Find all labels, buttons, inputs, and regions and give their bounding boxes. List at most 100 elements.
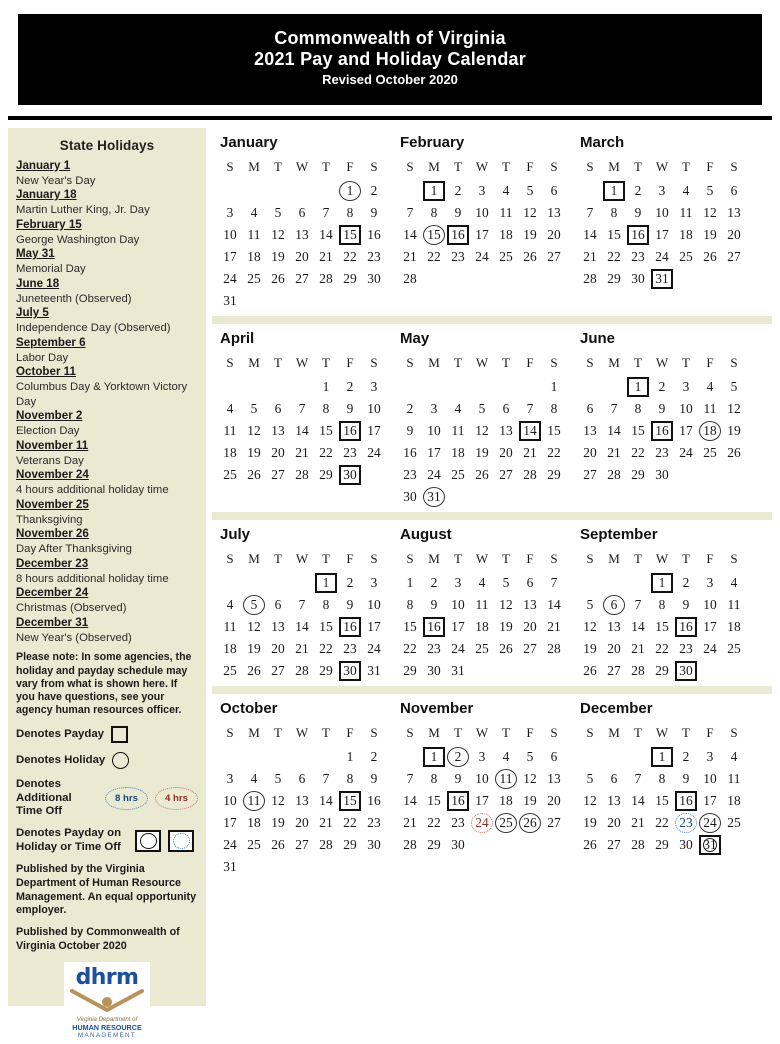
day-cell-holiday: 26 bbox=[519, 812, 541, 833]
day-cell-container: 20 bbox=[266, 638, 290, 660]
day-cell: 2 bbox=[346, 378, 354, 394]
day-cell-container: 3 bbox=[362, 376, 386, 398]
month-band-1: January S M T W T F S 1 2 3 4 5 6 7 8 9 10 11 12 13 14 15 16 17 1… bbox=[212, 128, 772, 312]
day-cell-container: 17 bbox=[362, 616, 386, 638]
weekday-header: M bbox=[428, 724, 440, 740]
day-cell-container: 31 bbox=[446, 660, 470, 682]
day-cell-payday: 16 bbox=[423, 616, 445, 637]
weekday-header: W bbox=[655, 550, 669, 566]
day-cell: 9 bbox=[634, 204, 642, 220]
empty-day-cell bbox=[290, 290, 314, 312]
month-grid: S M T W T F S 1 2 3 4 5 6 7 8 9 10 11 12 13 14 15 16 17 18 19 20 21… bbox=[578, 159, 746, 290]
day-cell: 13 bbox=[295, 792, 309, 808]
weekday-header: T bbox=[634, 158, 642, 174]
day-cell: 28 bbox=[403, 270, 417, 286]
empty-day-cell bbox=[578, 746, 602, 768]
empty-day-cell bbox=[626, 572, 650, 594]
empty-day-cell bbox=[698, 268, 722, 290]
day-cell: 3 bbox=[478, 182, 486, 198]
legend-row-payday-on-holiday: Denotes Payday on Holiday or Time Off bbox=[16, 827, 198, 854]
day-cell-container: 19 bbox=[494, 616, 518, 638]
day-cell: 10 bbox=[475, 204, 489, 220]
day-cell-payday-holiday: 31 bbox=[699, 834, 721, 855]
day-cell-container: 19 bbox=[698, 224, 722, 246]
day-cell-container: 21 bbox=[602, 442, 626, 464]
day-cell: 22 bbox=[655, 814, 669, 830]
day-cell: 23 bbox=[451, 814, 465, 830]
published-by-commonwealth: Published by Commonwealth of Virginia Oc… bbox=[16, 926, 180, 952]
day-cell: 14 bbox=[403, 792, 417, 808]
day-cell: 10 bbox=[223, 792, 237, 808]
day-cell: 20 bbox=[295, 814, 309, 830]
day-cell: 17 bbox=[475, 226, 489, 242]
holiday-circle-icon bbox=[112, 752, 130, 770]
week-row: 21 22 23 24 25 26 27 bbox=[398, 812, 566, 834]
day-cell: 8 bbox=[322, 400, 330, 416]
day-cell: 20 bbox=[607, 814, 621, 830]
empty-day-cell bbox=[470, 834, 494, 856]
weekday-header: T bbox=[274, 158, 282, 174]
holiday-date: January 18 bbox=[16, 188, 77, 202]
day-cell: 6 bbox=[730, 182, 738, 198]
day-cell-payday: 31 bbox=[651, 268, 673, 289]
week-row: 19 20 21 22 23 24 25 bbox=[578, 638, 746, 660]
day-cell-container: 16 bbox=[674, 790, 698, 812]
day-cell-container: 11 bbox=[446, 420, 470, 442]
day-cell-container: 5 bbox=[518, 180, 542, 202]
day-cell-container: 31 bbox=[218, 856, 242, 878]
day-cell: 21 bbox=[583, 248, 597, 264]
month-september: September S M T W T F S 1 2 3 4 5 6 7 8 9 10 11 12 13 14 15 16 1… bbox=[572, 520, 757, 682]
day-cell-container: 25 bbox=[218, 660, 242, 682]
empty-day-cell bbox=[722, 660, 746, 682]
day-cell: 3 bbox=[478, 748, 486, 764]
day-cell-container: 20 bbox=[266, 442, 290, 464]
holiday-name: Labor Day bbox=[16, 351, 69, 364]
day-cell: 2 bbox=[682, 748, 690, 764]
day-cell: 11 bbox=[247, 226, 261, 242]
week-row: 24 25 26 27 28 29 30 bbox=[218, 268, 386, 290]
day-cell-container: 5 bbox=[722, 376, 746, 398]
month-grid: S M T W T F S 1 2 3 4 5 6 7 8 9 10 11 12 13 14 15 16 17 18 19 20 21… bbox=[578, 551, 746, 682]
day-cell: 19 bbox=[523, 792, 537, 808]
weekday-header: F bbox=[346, 724, 354, 740]
day-cell: 13 bbox=[523, 596, 537, 612]
holiday-name: George Washington Day bbox=[16, 233, 140, 246]
day-cell: 8 bbox=[346, 770, 354, 786]
weekday-header-row: SMTWTFS bbox=[578, 725, 746, 746]
day-cell-container: 17 bbox=[470, 790, 494, 812]
weekday-header: S bbox=[370, 724, 378, 740]
day-cell: 14 bbox=[607, 422, 621, 438]
day-cell-container: 24 bbox=[698, 812, 722, 834]
day-cell-payday: 16 bbox=[447, 224, 469, 245]
day-cell-container: 10 bbox=[422, 420, 446, 442]
day-cell-container: 4 bbox=[218, 594, 242, 616]
day-cell-container: 21 bbox=[578, 246, 602, 268]
day-cell: 28 bbox=[631, 662, 645, 678]
day-cell: 24 bbox=[703, 640, 717, 656]
day-cell-container: 27 bbox=[602, 834, 626, 856]
month-grid: S M T W T F S 1 2 3 4 5 6 7 8 9 10 11 12 13 14 15 16 17 18 19 20 21… bbox=[398, 159, 566, 290]
day-cell: 15 bbox=[547, 422, 561, 438]
day-cell-container: 3 bbox=[698, 746, 722, 768]
day-cell-container: 7 bbox=[290, 594, 314, 616]
calendar-area: January S M T W T F S 1 2 3 4 5 6 7 8 9 10 11 12 13 14 15 16 17 1… bbox=[206, 128, 772, 1006]
day-cell: 9 bbox=[430, 596, 438, 612]
weekday-header-row: SMTWTFS bbox=[218, 551, 386, 572]
day-cell-container: 25 bbox=[446, 464, 470, 486]
day-cell: 27 bbox=[547, 248, 561, 264]
day-cell: 30 bbox=[427, 662, 441, 678]
weekday-header: S bbox=[406, 158, 414, 174]
weekday-header: M bbox=[248, 158, 260, 174]
day-cell: 5 bbox=[274, 204, 282, 220]
weekday-header-row: SMTWTFS bbox=[398, 551, 566, 572]
week-row: 17 18 19 20 21 22 23 bbox=[218, 812, 386, 834]
holiday-date: November 11 bbox=[16, 438, 89, 452]
holiday-name: 8 hours additional holiday time bbox=[16, 572, 169, 585]
week-row: 14 15 16 17 18 19 20 bbox=[398, 790, 566, 812]
month-title: October bbox=[220, 699, 278, 717]
day-cell-container: 16 bbox=[650, 420, 674, 442]
holiday-name: Veterans Day bbox=[16, 454, 84, 467]
day-cell-container: 18 bbox=[722, 790, 746, 812]
day-cell-container: 9 bbox=[650, 398, 674, 420]
empty-day-cell bbox=[422, 268, 446, 290]
